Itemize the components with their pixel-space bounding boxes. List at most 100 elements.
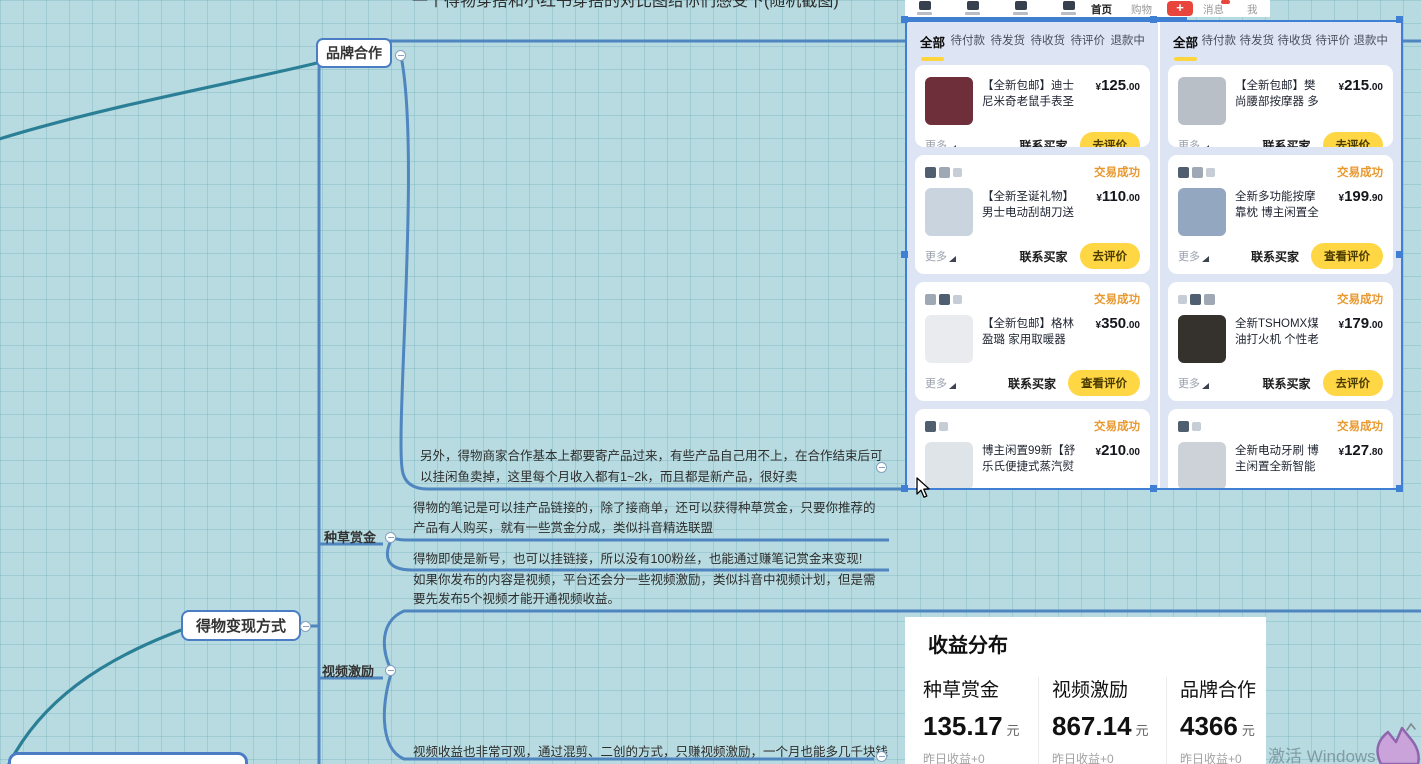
order-status: 交易成功 [1094,291,1140,307]
more-button[interactable]: 更多 [1178,137,1200,147]
nav-plus-button[interactable]: + [1167,1,1193,16]
more-button[interactable]: 更多 [1178,248,1200,264]
order-tabs: 全部 待付款 待发货 待收货 待评价 退款中 [1160,22,1401,55]
collapse-button-brand-note[interactable] [876,462,887,473]
product-thumbnail [925,442,973,488]
earnings-item-video: 视频激励 867.14元 昨日收益+0 [1052,675,1172,764]
review-button[interactable]: 查看评价 [1068,370,1140,396]
collapse-button-brand[interactable] [395,50,406,61]
topic-seeding-note2[interactable]: 得物即使是新号，也可以挂链接，所以没有100粉丝，也能通过赚笔记赏金来变现! [413,549,885,570]
tab-pending-receipt[interactable]: 待收货 [1277,32,1312,55]
nav-me[interactable]: 我 [1247,2,1258,17]
order-card[interactable]: 交易成功 全新电动牙刷 博主闲置全新智能拜尔声波电动牙刷 全自动电动牙 ¥127… [1168,409,1393,488]
topic-brand-cooperation[interactable]: 品牌合作 [316,38,392,68]
review-button[interactable]: 去评价 [1323,132,1384,147]
more-button[interactable]: 更多 [925,375,947,391]
nav-messages[interactable]: 消息 [1203,2,1224,17]
contact-buyer-button[interactable]: 联系买家 [1262,375,1310,392]
contact-buyer-button[interactable]: 联系买家 [1019,248,1067,265]
selection-handle[interactable] [1396,16,1403,23]
mouse-cursor [916,477,932,499]
buyer-avatar [925,167,962,178]
divider [1166,677,1167,764]
app-icon[interactable] [967,1,979,10]
selection-handle[interactable] [1396,251,1403,258]
topic-seeding-bounty[interactable]: 种草赏金 [324,527,376,546]
selection-handle[interactable] [901,251,908,258]
earnings-sub: 昨日收益+0 [1180,750,1266,764]
selection-handle[interactable] [1150,16,1157,23]
product-title: 全新多功能按摩靠枕 博主闲置全新未拆封车载颈部腰部按摩靠枕 [1235,189,1323,222]
more-fold-icon [949,256,956,262]
review-button[interactable]: 去评价 [1080,243,1141,269]
selection-handle[interactable] [1150,485,1157,492]
topic-seeding-note1[interactable]: 得物的笔记是可以挂产品链接的，除了接商单，还可以获得种草赏金，只要你推荐的产品有… [413,498,885,538]
product-price: ¥199.90 [1329,188,1383,236]
earnings-value: 4366元 [1180,711,1266,742]
product-price: ¥110.00 [1086,188,1140,236]
earnings-panel[interactable]: 收益分布 种草赏金 135.17元 昨日收益+0 视频激励 867.14元 昨日… [905,617,1266,764]
order-card[interactable]: 交易成功 【全新包邮】格林盈璐 家用取暖器 卧室浴室节能暖风机 婴儿洗 ¥350… [915,282,1150,401]
selection-handle[interactable] [901,485,908,492]
earnings-title: 收益分布 [928,629,1008,658]
product-thumbnail [925,315,973,363]
product-title: 【全新包邮】迪士尼米奇老鼠手表圣诞礼盒装 女生卡通手表 高档 [982,78,1080,111]
nav-shop[interactable]: 购物 [1131,2,1152,17]
topic-root-partial[interactable] [8,752,248,764]
mindmap-canvas[interactable]: 一个得物穿搭和小红书穿搭的对比图给你们感受下(随机截图) 品牌合作 得物变现方式… [0,0,1421,764]
review-button[interactable]: 查看评价 [1311,243,1383,269]
contact-buyer-button[interactable]: 联系买家 [1251,248,1299,265]
more-button[interactable]: 更多 [925,137,947,147]
collapse-button-video-note2[interactable] [876,751,887,762]
review-button[interactable]: 去评价 [1080,132,1141,147]
order-status: 交易成功 [1094,164,1140,180]
order-card[interactable]: 交易成功 全新TSHOMX煤油打火机 个性老式复古 高档礼盒生日送男 ¥179.… [1168,282,1393,401]
tab-pending-shipment[interactable]: 待发货 [1239,32,1274,55]
collapse-button-main[interactable] [300,621,311,632]
orders-column-left: 全部 待付款 待发货 待收货 待评价 退款中 【全新包邮】迪士尼米奇老鼠手表圣诞… [907,22,1158,488]
order-card[interactable]: 交易成功 全新多功能按摩靠枕 博主闲置全新未拆封车载颈部腰部按摩靠枕 ¥199.… [1168,155,1393,274]
windows-activation-watermark: 激活 Windows [1268,742,1376,764]
collapse-button-seeding[interactable] [385,532,396,543]
tab-all[interactable]: 全部 [920,32,945,55]
product-thumbnail [1178,442,1226,488]
app-icon[interactable] [1015,1,1027,10]
tab-pending-shipment[interactable]: 待发货 [990,32,1025,55]
tab-pending-receipt[interactable]: 待收货 [1030,32,1065,55]
tab-pending-payment[interactable]: 待付款 [951,32,986,55]
order-card[interactable]: 【全新包邮】樊尚腰部按摩器 多功能按摩腰靠垫神器按摩枕头 ¥215.00 更多 … [1168,65,1393,147]
order-status: 交易成功 [1337,418,1383,434]
topic-monetization-methods[interactable]: 得物变现方式 [181,610,301,641]
collapse-button-video[interactable] [385,665,396,676]
selection-handle[interactable] [1396,485,1403,492]
app-icon[interactable] [919,1,931,10]
orders-screenshot[interactable]: 全部 待付款 待发货 待收货 待评价 退款中 【全新包邮】迪士尼米奇老鼠手表圣诞… [905,20,1403,490]
tab-pending-payment[interactable]: 待付款 [1202,32,1237,55]
order-card[interactable]: 交易成功 博主闲置99新【舒乐氏便捷式蒸汽熨斗】soleusair手持 ¥210… [915,409,1150,488]
order-card[interactable]: 交易成功 【全新圣诞礼物】男士电动刮胡刀送礼男朋友电动剃须刀节日礼盒美 ¥110… [915,155,1150,274]
tab-refunding[interactable]: 退款中 [1110,32,1145,55]
tab-pending-review[interactable]: 待评价 [1315,32,1350,55]
order-card[interactable]: 【全新包邮】迪士尼米奇老鼠手表圣诞礼盒装 女生卡通手表 高档 ¥125.00 更… [915,65,1150,147]
more-fold-icon [949,145,956,147]
topic-video-note1[interactable]: 如果你发布的内容是视频，平台还会分一些视频激励，类似抖音中视频计划，但是需要先发… [413,571,885,609]
tab-pending-review[interactable]: 待评价 [1070,32,1105,55]
more-button[interactable]: 更多 [925,248,947,264]
contact-buyer-button[interactable]: 联系买家 [1019,137,1067,148]
selection-handle[interactable] [901,16,908,23]
topic-video-note2[interactable]: 视频收益也非常可观，通过混剪、二创的方式，只赚视频激励，一个月也能多几千块钱 [413,742,893,763]
topic-video-incentive[interactable]: 视频激励 [322,661,374,680]
nav-home[interactable]: 首页 [1091,2,1112,17]
tab-refunding[interactable]: 退款中 [1353,32,1388,55]
earnings-label: 视频激励 [1052,675,1172,702]
app-icon[interactable] [1063,1,1075,10]
contact-buyer-button[interactable]: 联系买家 [1008,375,1056,392]
contact-buyer-button[interactable]: 联系买家 [1262,137,1310,148]
earnings-item-seeding: 种草赏金 135.17元 昨日收益+0 [923,675,1043,764]
review-button[interactable]: 去评价 [1323,370,1384,396]
topic-top-note[interactable]: 一个得物穿搭和小红书穿搭的对比图给你们感受下(随机截图) [412,0,839,12]
order-status: 交易成功 [1094,418,1140,434]
tab-all[interactable]: 全部 [1173,32,1198,55]
topic-brand-note[interactable]: 另外，得物商家合作基本上都要寄产品过来，有些产品自己用不上，在合作结束后可以挂闲… [420,446,892,488]
more-button[interactable]: 更多 [1178,375,1200,391]
